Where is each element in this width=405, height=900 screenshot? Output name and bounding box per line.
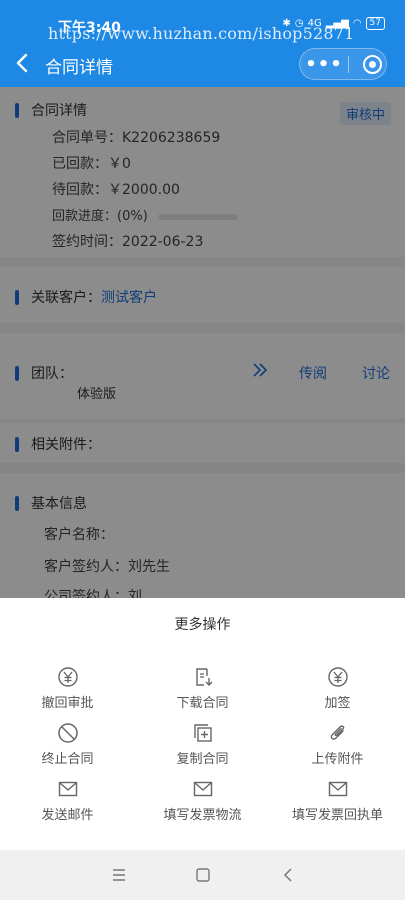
op-copy-contract[interactable]: 复制合同 (135, 722, 270, 767)
prohibited-icon (57, 723, 78, 743)
battery-indicator: 57 (365, 17, 385, 30)
top-bar: 下午3:40 https://www.huzhan.com/ishop52871… (0, 0, 405, 87)
op-fill-invoice-receipt[interactable]: 填写发票回执单 (270, 778, 405, 823)
system-nav-bar (0, 850, 405, 900)
yen-circle-icon (57, 667, 78, 687)
copy-add-icon (193, 724, 212, 742)
paperclip-icon (330, 725, 344, 740)
back-icon[interactable] (12, 51, 34, 75)
mini-program-capsule: ••• (299, 48, 387, 80)
more-dots-icon[interactable]: ••• (300, 49, 348, 79)
page-title: 合同详情 (45, 58, 113, 78)
more-actions-sheet: 更多操作 撤回审批 下载合同 加签 终止合同 复制合同 上传附件 发送邮件 填写… (0, 598, 405, 850)
wifi-icon: ◠ (352, 18, 362, 29)
mail-icon (328, 781, 347, 797)
op-terminate-contract[interactable]: 终止合同 (0, 722, 135, 767)
status-icons: ✱ ◷ 4G ▂▄▆ ◠ 57 (282, 17, 385, 30)
op-fill-invoice-logistics[interactable]: 填写发票物流 (135, 778, 270, 823)
capsule-divider (348, 56, 349, 73)
back-arrow-icon[interactable] (279, 866, 297, 884)
op-upload-attachment[interactable]: 上传附件 (270, 722, 405, 767)
yen-circle-icon (327, 667, 348, 687)
menu-icon[interactable] (110, 866, 128, 884)
download-document-icon (195, 668, 212, 686)
op-withdraw-approval[interactable]: 撤回审批 (0, 666, 135, 711)
network-label: 4G (307, 18, 322, 29)
mail-icon (193, 781, 212, 797)
status-bar: 下午3:40 https://www.huzhan.com/ishop52871… (0, 0, 405, 43)
signal-icon: ▂▄▆ (325, 18, 349, 29)
op-countersign[interactable]: 加签 (270, 666, 405, 711)
alarm-icon: ◷ (294, 18, 304, 29)
bluetooth-icon: ✱ (282, 18, 291, 29)
nav-bar: 合同详情 ••• (0, 46, 405, 82)
sheet-title: 更多操作 (174, 617, 231, 633)
target-icon[interactable] (363, 55, 382, 74)
mail-icon (58, 781, 77, 797)
op-download-contract[interactable]: 下载合同 (135, 666, 270, 711)
square-home-icon[interactable] (194, 866, 212, 884)
op-send-email[interactable]: 发送邮件 (0, 778, 135, 823)
